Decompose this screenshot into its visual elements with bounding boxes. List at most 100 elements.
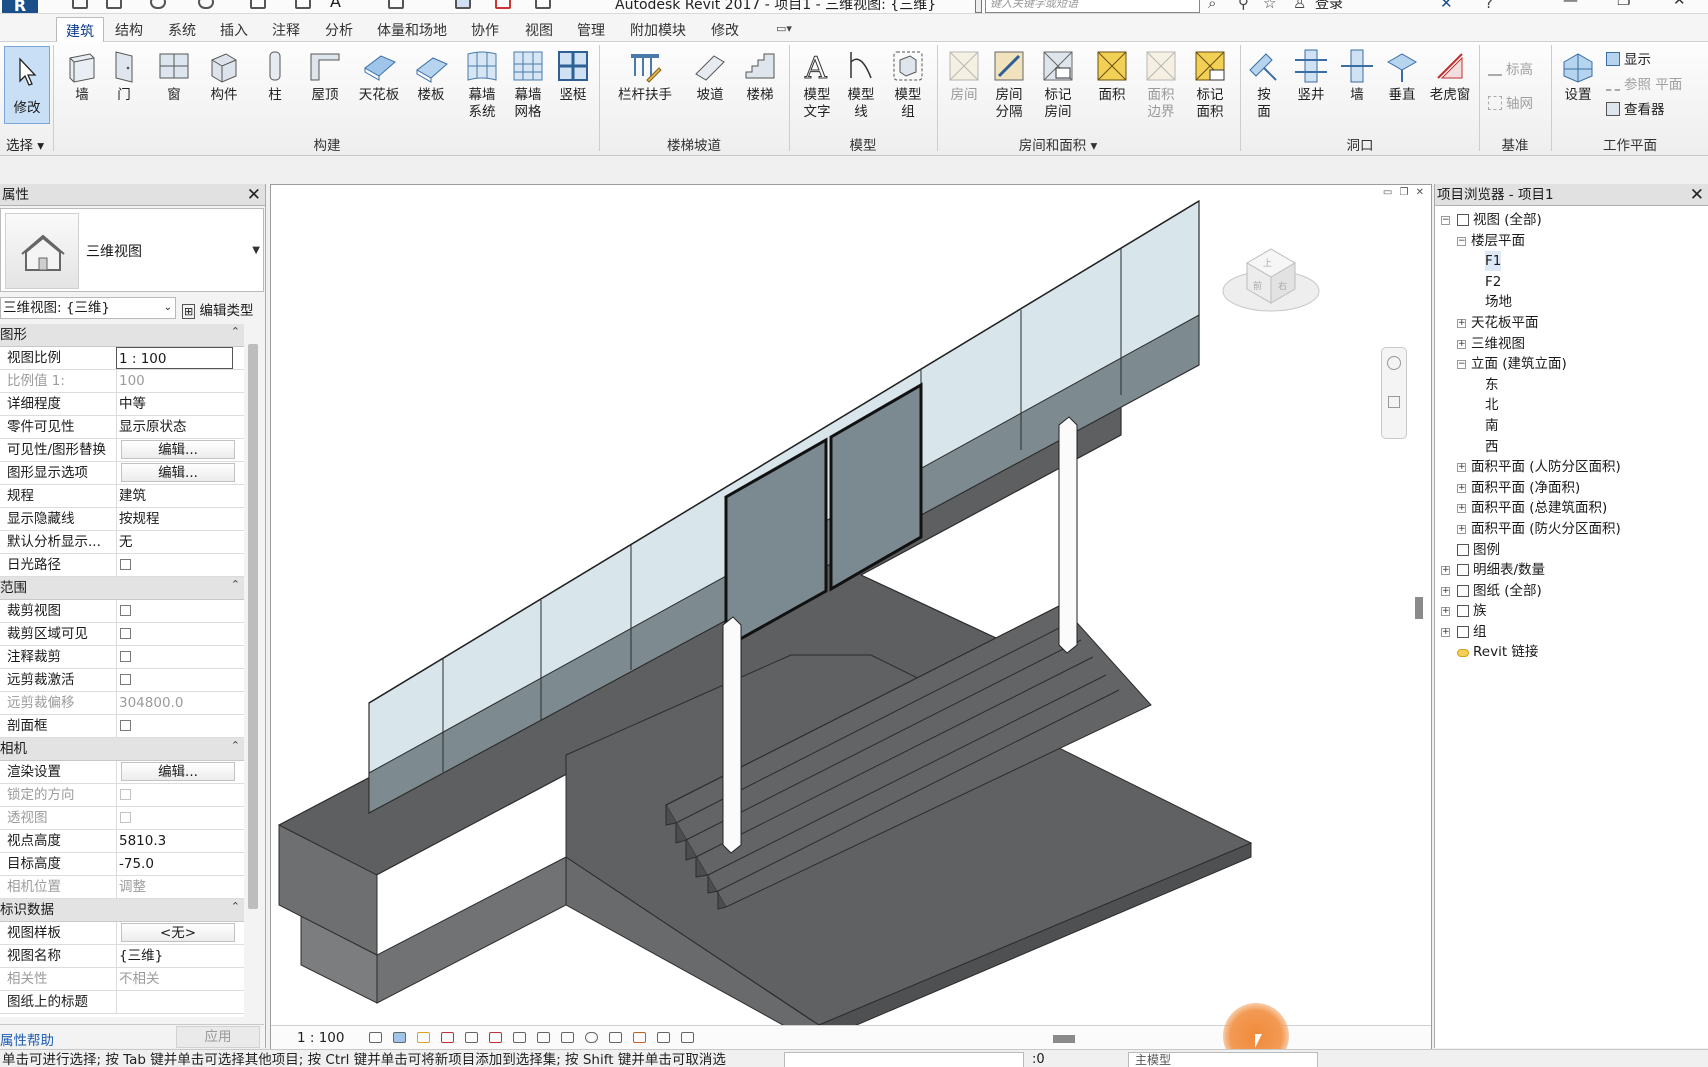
search-toggle-icon[interactable]	[975, 0, 982, 13]
browser-tree-item[interactable]: + 天花板平面	[1435, 313, 1708, 334]
property-checkbox[interactable]	[120, 559, 131, 570]
show-crop-icon[interactable]	[513, 1032, 526, 1043]
tab-addins[interactable]: 附加模块	[630, 20, 686, 40]
property-checkbox[interactable]	[120, 674, 131, 685]
zoom-icon[interactable]	[1388, 396, 1400, 408]
lock-view-icon[interactable]	[537, 1032, 550, 1043]
expand-icon[interactable]: +	[1457, 339, 1466, 349]
browser-tree-item[interactable]: − 视图 (全部)	[1435, 210, 1708, 231]
vertical-scrollbar-thumb[interactable]	[1415, 597, 1423, 619]
expand-icon[interactable]: +	[1441, 627, 1450, 637]
collapse-icon[interactable]: −	[1457, 236, 1466, 246]
curtain-system-button[interactable]: 幕墙 系统	[458, 48, 506, 121]
instance-filter-dropdown[interactable]: 三维视图: {三维} ⌄	[0, 297, 176, 319]
binoculars-icon[interactable]: ⌕	[1208, 0, 1216, 12]
property-group-header[interactable]: 范围 ⌃	[0, 577, 244, 600]
shadows-icon[interactable]	[441, 1032, 454, 1043]
level-button[interactable]: 标高	[1488, 58, 1533, 78]
model-text-button[interactable]: A 模型 文字	[793, 48, 841, 121]
expand-icon[interactable]: +	[1457, 504, 1466, 514]
property-group-header[interactable]: 相机 ⌃	[0, 738, 244, 761]
tab-systems[interactable]: 系统	[168, 20, 196, 40]
expand-icon[interactable]: +	[1441, 566, 1450, 576]
property-value[interactable]: 按规程	[116, 508, 244, 530]
switch-windows-icon[interactable]	[535, 0, 551, 9]
section-icon[interactable]	[455, 0, 471, 9]
vertical-opening-button[interactable]: 垂直	[1378, 48, 1426, 104]
restore-icon[interactable]: ❐	[1617, 0, 1630, 9]
ref-plane-button[interactable]: 参照 平面	[1606, 73, 1682, 93]
property-edit-button[interactable]: <无>	[121, 923, 235, 942]
window-button[interactable]: 窗	[150, 48, 198, 104]
tab-structure[interactable]: 结构	[115, 20, 143, 40]
expand-icon[interactable]: +	[1457, 463, 1466, 473]
property-edit-button[interactable]: 编辑...	[121, 762, 235, 781]
login-button[interactable]: 登录	[1315, 0, 1343, 13]
type-dropdown-icon[interactable]: ▼	[252, 245, 260, 256]
curtain-grid-button[interactable]: 幕墙 网格	[504, 48, 552, 121]
roof-button[interactable]: 屋顶	[301, 48, 349, 104]
browser-tree-item[interactable]: Revit 链接	[1435, 642, 1708, 663]
sun-path-icon[interactable]	[417, 1032, 430, 1043]
highlight-displacement-icon[interactable]	[657, 1032, 670, 1043]
browser-tree-item[interactable]: 场地	[1435, 292, 1708, 313]
project-browser-close-icon[interactable]: ✕	[1690, 184, 1704, 206]
modify-button[interactable]: 修改	[4, 46, 50, 124]
collapse-icon[interactable]: ⌃	[231, 574, 240, 596]
detail-level-icon[interactable]	[369, 1032, 382, 1043]
text-icon[interactable]: A	[330, 0, 346, 11]
column-button[interactable]: 柱	[251, 48, 299, 104]
temp-hide-icon[interactable]	[561, 1032, 574, 1043]
save-icon[interactable]	[106, 0, 122, 9]
expand-icon[interactable]: +	[1457, 318, 1466, 328]
browser-tree-item[interactable]: + 明细表/数量	[1435, 560, 1708, 581]
browser-tree-item[interactable]: + 图纸 (全部)	[1435, 581, 1708, 602]
3d-view-icon[interactable]	[388, 0, 404, 9]
redo-icon[interactable]	[198, 0, 214, 9]
tab-manage[interactable]: 管理	[577, 20, 605, 40]
wall-opening-button[interactable]: 墙	[1333, 48, 1381, 104]
tab-massing-site[interactable]: 体量和场地	[377, 20, 447, 40]
collapse-icon[interactable]: ⌃	[231, 324, 240, 343]
view-scale[interactable]: 1 : 100	[297, 1030, 345, 1046]
expand-icon[interactable]: +	[1457, 524, 1466, 534]
analytical-model-icon[interactable]	[633, 1032, 646, 1043]
viewcube[interactable]: 上 右 前	[1222, 248, 1320, 312]
temp-view-props-icon[interactable]	[609, 1032, 622, 1043]
tag-room-button[interactable]: 标记 房间	[1034, 48, 1082, 121]
room-separator-button[interactable]: 房间 分隔	[985, 48, 1033, 121]
tab-analyze[interactable]: 分析	[325, 20, 353, 40]
browser-tree-item[interactable]: + 族	[1435, 601, 1708, 622]
property-group-header[interactable]: 标识数据 ⌃	[0, 899, 244, 922]
favorites-star-icon[interactable]: ☆	[1263, 0, 1276, 12]
tab-insert[interactable]: 插入	[220, 20, 248, 40]
3d-view-canvas[interactable]: ▭ ❐ ✕ 上 右 前 1: 100	[270, 184, 1432, 1067]
browser-tree-item[interactable]: + 面积平面 (人防分区面积)	[1435, 457, 1708, 478]
rooms-panel-label[interactable]: 房间和面积 ▾	[938, 134, 1178, 154]
property-value[interactable]: 1 : 100	[116, 347, 233, 369]
stair-button[interactable]: 楼梯	[736, 48, 784, 104]
help-icon[interactable]: ?	[1485, 0, 1493, 12]
by-face-button[interactable]: 按 面	[1240, 48, 1288, 121]
property-value[interactable]: -75.0	[116, 853, 244, 875]
steering-wheel-icon[interactable]	[1387, 356, 1401, 370]
property-value[interactable]	[116, 991, 244, 1013]
properties-close-icon[interactable]: ✕	[247, 184, 261, 206]
reveal-hidden-icon[interactable]	[585, 1032, 598, 1043]
railing-button[interactable]: 栏杆扶手	[616, 48, 674, 104]
expand-icon[interactable]: +	[1441, 607, 1450, 617]
collapse-icon[interactable]: −	[1441, 216, 1450, 225]
browser-tree-item[interactable]: + 面积平面 (防火分区面积)	[1435, 519, 1708, 540]
property-edit-button[interactable]: 编辑...	[121, 463, 235, 482]
type-selector[interactable]: 三维视图 ▼	[0, 208, 264, 292]
workset-dropdown[interactable]	[784, 1052, 1024, 1067]
tab-modify[interactable]: 修改	[711, 20, 739, 40]
set-workplane-button[interactable]: 设置	[1554, 48, 1602, 104]
wall-button[interactable]: 墙	[58, 48, 106, 104]
edit-type-button[interactable]: ⊞ 编辑类型	[182, 299, 254, 319]
dormer-button[interactable]: 老虎窗	[1426, 48, 1474, 104]
show-workplane-button[interactable]: 显示	[1606, 48, 1651, 68]
tab-annotate[interactable]: 注释	[272, 20, 300, 40]
print-icon[interactable]	[250, 0, 266, 9]
design-option-dropdown[interactable]: 主模型	[1128, 1052, 1318, 1067]
